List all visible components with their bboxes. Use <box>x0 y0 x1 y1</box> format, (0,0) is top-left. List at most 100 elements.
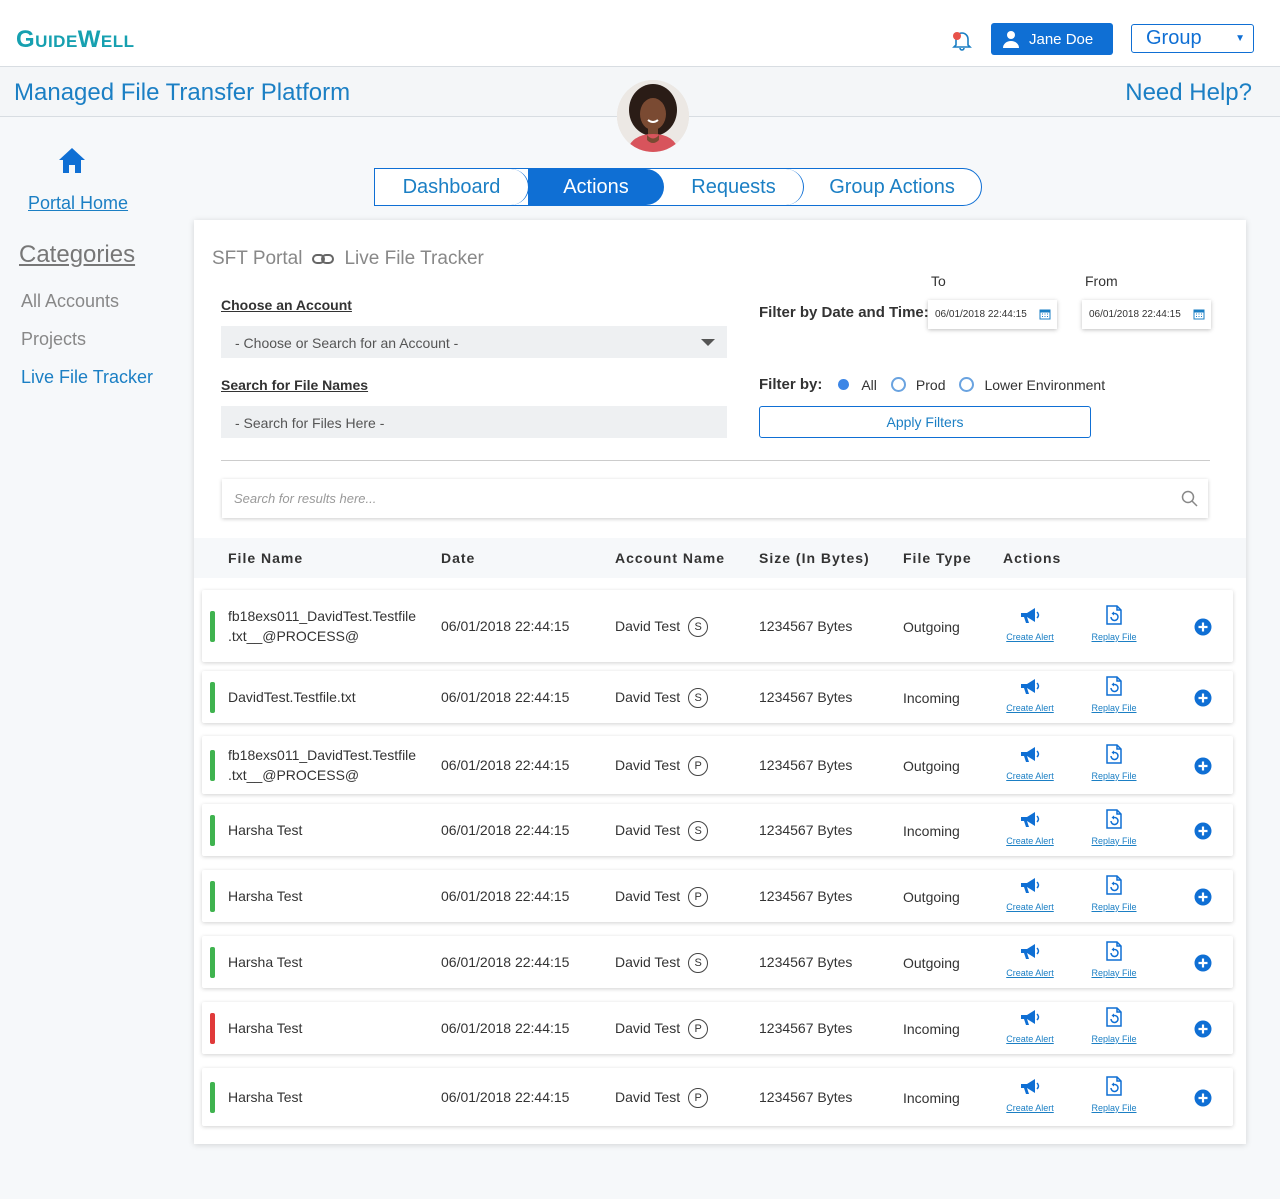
plus-circle-icon[interactable] <box>1194 954 1212 972</box>
table-row[interactable]: Harsha Test 06/01/2018 22:44:15 David Test… <box>202 804 1233 856</box>
tab-dashboard[interactable]: Dashboard <box>375 169 529 205</box>
create-alert-action[interactable]: Create Alert <box>1000 1078 1060 1116</box>
create-alert-link[interactable]: Create Alert <box>1006 968 1054 978</box>
replay-file-action[interactable]: Replay File <box>1084 744 1144 784</box>
radio-lower-environment-label[interactable]: Lower Environment <box>984 377 1105 393</box>
replay-file-action[interactable]: Replay File <box>1084 676 1144 716</box>
apply-filters-button[interactable]: Apply Filters <box>759 406 1091 438</box>
replay-file-link[interactable]: Replay File <box>1091 836 1136 846</box>
replay-file-action[interactable]: Replay File <box>1084 1007 1144 1047</box>
replay-file-icon[interactable] <box>1084 809 1144 829</box>
bell-icon[interactable] <box>948 28 974 52</box>
table-row[interactable]: fb18exs011_DavidTest.Testfile .txt__@PROC… <box>202 736 1233 794</box>
table-row[interactable]: fb18exs011_DavidTest.Testfile .txt__@PROC… <box>202 590 1233 662</box>
sidebar-item-live-file-tracker[interactable]: Live File Tracker <box>21 367 153 388</box>
replay-file-link[interactable]: Replay File <box>1091 632 1136 642</box>
table-row[interactable]: DavidTest.Testfile.txt 06/01/2018 22:44:1… <box>202 671 1233 723</box>
plus-circle-icon[interactable] <box>1194 888 1212 906</box>
replay-file-link[interactable]: Replay File <box>1091 1103 1136 1113</box>
calendar-icon[interactable] <box>1039 308 1051 320</box>
create-alert-action[interactable]: Create Alert <box>1000 746 1060 784</box>
search-icon[interactable] <box>1181 490 1198 507</box>
replay-file-action[interactable]: Replay File <box>1084 809 1144 849</box>
plus-circle-icon[interactable] <box>1194 1020 1212 1038</box>
megaphone-icon[interactable] <box>1000 746 1060 764</box>
replay-file-action[interactable]: Replay File <box>1084 605 1144 645</box>
plus-circle-icon[interactable] <box>1194 689 1212 707</box>
tab-requests[interactable]: Requests <box>664 169 804 205</box>
replay-file-icon[interactable] <box>1084 875 1144 895</box>
sidebar-item-projects[interactable]: Projects <box>21 329 86 350</box>
guidewell-logo[interactable]: GuideWell <box>16 26 135 54</box>
create-alert-action[interactable]: Create Alert <box>1000 678 1060 716</box>
column-header-date[interactable]: Date <box>441 550 475 566</box>
tab-actions[interactable]: Actions <box>528 169 664 205</box>
replay-file-icon[interactable] <box>1084 744 1144 764</box>
replay-file-link[interactable]: Replay File <box>1091 968 1136 978</box>
create-alert-link[interactable]: Create Alert <box>1006 632 1054 642</box>
plus-circle-icon[interactable] <box>1194 822 1212 840</box>
table-row[interactable]: Harsha Test 06/01/2018 22:44:15 David Test… <box>202 1068 1233 1126</box>
file-search-input[interactable]: - Search for Files Here - <box>221 406 727 438</box>
create-alert-action[interactable]: Create Alert <box>1000 607 1060 645</box>
create-alert-link[interactable]: Create Alert <box>1006 771 1054 781</box>
megaphone-icon[interactable] <box>1000 1009 1060 1027</box>
tab-group-actions[interactable]: Group Actions <box>804 169 980 205</box>
radio-all-label[interactable]: All <box>861 377 877 393</box>
portal-home-link[interactable]: Portal Home <box>28 193 128 214</box>
user-menu-button[interactable]: Jane Doe <box>991 23 1113 55</box>
megaphone-icon[interactable] <box>1000 678 1060 696</box>
need-help-link[interactable]: Need Help? <box>1125 79 1252 107</box>
create-alert-action[interactable]: Create Alert <box>1000 943 1060 981</box>
create-alert-link[interactable]: Create Alert <box>1006 902 1054 912</box>
create-alert-action[interactable]: Create Alert <box>1000 811 1060 849</box>
from-date-input[interactable]: 06/01/2018 22:44:15 <box>1082 300 1211 329</box>
replay-file-action[interactable]: Replay File <box>1084 941 1144 981</box>
radio-prod[interactable] <box>890 377 906 392</box>
replay-file-icon[interactable] <box>1084 605 1144 625</box>
create-alert-link[interactable]: Create Alert <box>1006 836 1054 846</box>
replay-file-icon[interactable] <box>1084 1076 1144 1096</box>
replay-file-icon[interactable] <box>1084 676 1144 696</box>
table-row[interactable]: Harsha Test 06/01/2018 22:44:15 David Test… <box>202 936 1233 988</box>
create-alert-action[interactable]: Create Alert <box>1000 877 1060 915</box>
table-row[interactable]: Harsha Test 06/01/2018 22:44:15 David Test… <box>202 870 1233 922</box>
column-header-account-name[interactable]: Account Name <box>615 550 725 566</box>
group-select[interactable]: Group ▼ <box>1131 24 1254 53</box>
megaphone-icon[interactable] <box>1000 943 1060 961</box>
breadcrumb-root[interactable]: SFT Portal <box>212 248 302 270</box>
replay-file-link[interactable]: Replay File <box>1091 1034 1136 1044</box>
sidebar-item-all-accounts[interactable]: All Accounts <box>21 291 119 312</box>
replay-file-link[interactable]: Replay File <box>1091 703 1136 713</box>
replay-file-icon[interactable] <box>1084 941 1144 961</box>
create-alert-link[interactable]: Create Alert <box>1006 1034 1054 1044</box>
column-header-file-name[interactable]: File Name <box>228 550 303 566</box>
results-search-input[interactable]: Search for results here... <box>222 479 1208 518</box>
column-header-size[interactable]: Size (In Bytes) <box>759 550 870 566</box>
replay-file-icon[interactable] <box>1084 1007 1144 1027</box>
replay-file-action[interactable]: Replay File <box>1084 875 1144 915</box>
replay-file-link[interactable]: Replay File <box>1091 902 1136 912</box>
megaphone-icon[interactable] <box>1000 607 1060 625</box>
account-dropdown[interactable]: - Choose or Search for an Account - <box>221 326 727 358</box>
create-alert-link[interactable]: Create Alert <box>1006 703 1054 713</box>
megaphone-icon[interactable] <box>1000 1078 1060 1096</box>
column-header-file-type[interactable]: File Type <box>903 550 972 566</box>
plus-circle-icon[interactable] <box>1194 618 1212 636</box>
create-alert-action[interactable]: Create Alert <box>1000 1009 1060 1047</box>
radio-all[interactable] <box>836 377 852 392</box>
table-row[interactable]: Harsha Test 06/01/2018 22:44:15 David Test… <box>202 1002 1233 1054</box>
avatar[interactable] <box>617 80 689 152</box>
replay-file-link[interactable]: Replay File <box>1091 771 1136 781</box>
megaphone-icon[interactable] <box>1000 811 1060 829</box>
replay-file-action[interactable]: Replay File <box>1084 1076 1144 1116</box>
megaphone-icon[interactable] <box>1000 877 1060 895</box>
to-date-input[interactable]: 06/01/2018 22:44:15 <box>928 300 1057 329</box>
radio-prod-label[interactable]: Prod <box>916 377 946 393</box>
create-alert-link[interactable]: Create Alert <box>1006 1103 1054 1113</box>
radio-lower-environment[interactable] <box>959 377 975 392</box>
plus-circle-icon[interactable] <box>1194 1089 1212 1107</box>
calendar-icon[interactable] <box>1193 308 1205 320</box>
plus-circle-icon[interactable] <box>1194 757 1212 775</box>
home-icon[interactable] <box>57 146 87 174</box>
